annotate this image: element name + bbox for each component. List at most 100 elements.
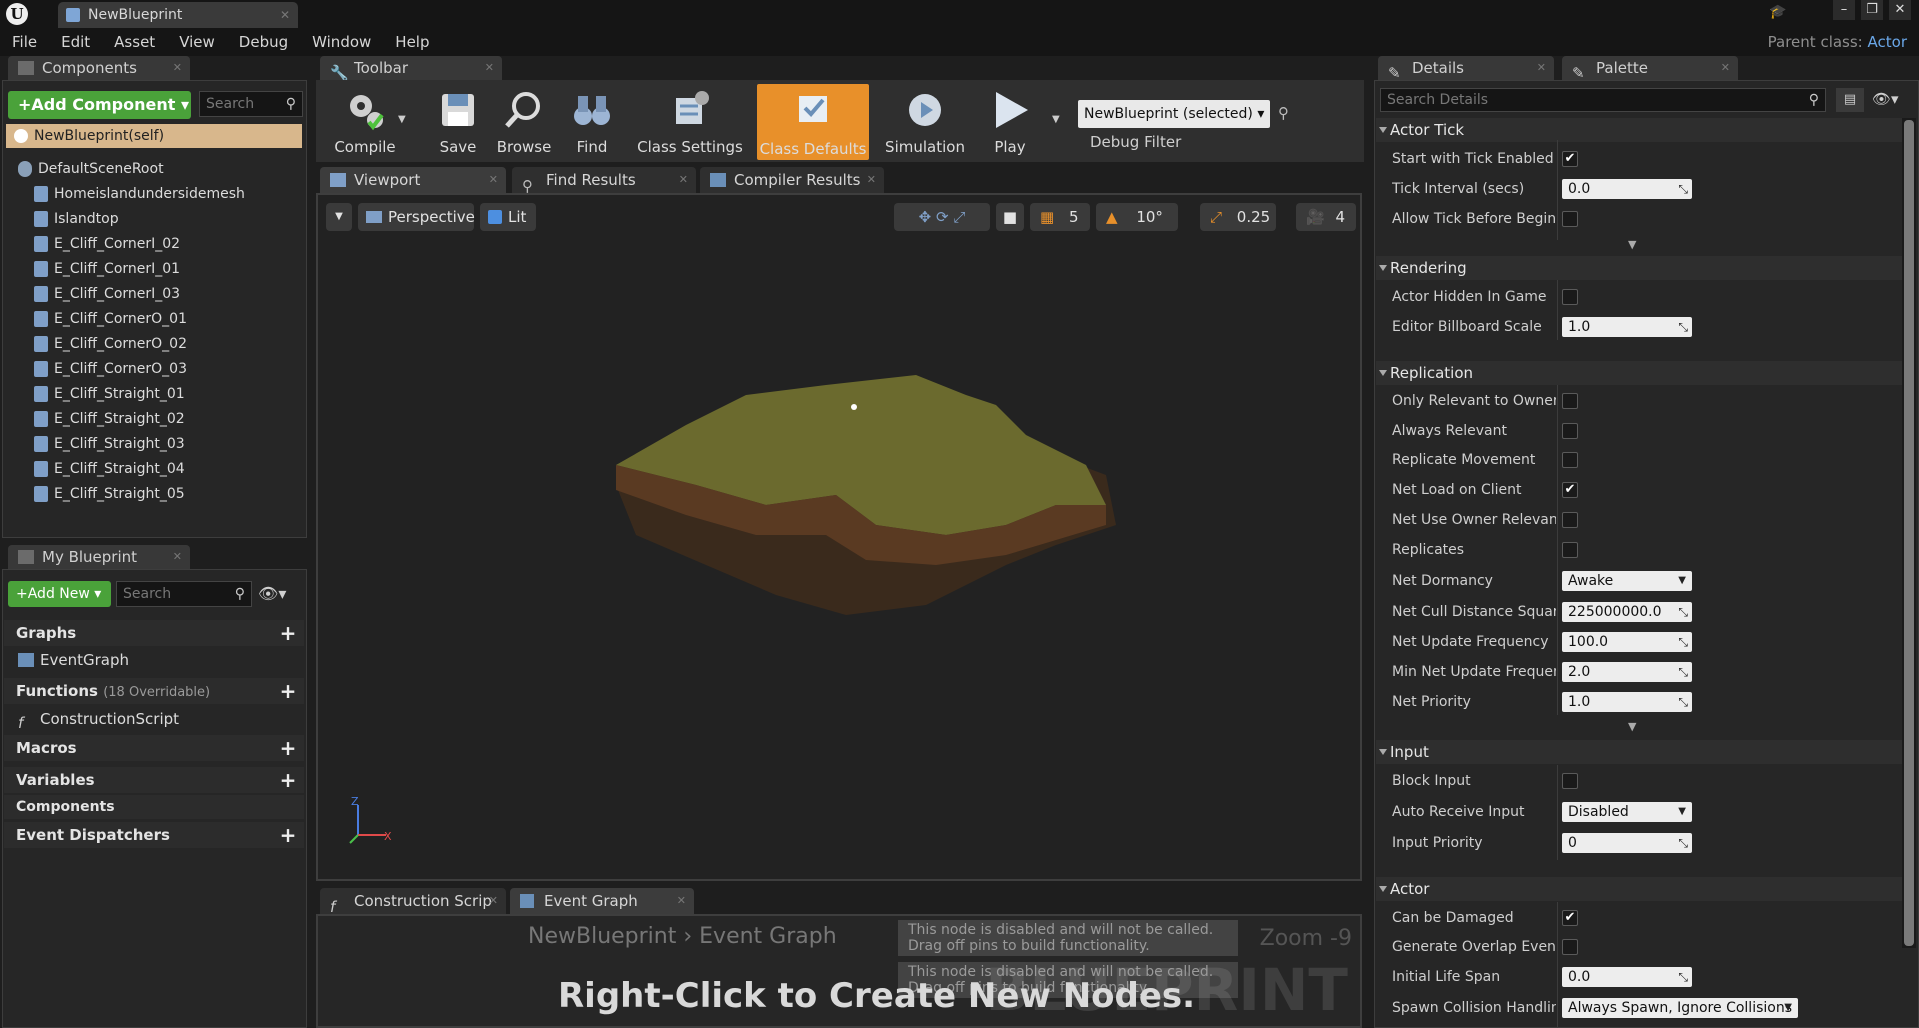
billboard-scale-field[interactable]: 1.0 (1562, 317, 1692, 337)
tick-interval-field[interactable]: 0.0 (1562, 179, 1692, 199)
tree-item[interactable]: E_Cliff_CornerI_01 (30, 258, 180, 280)
viewport-options-chevron-icon[interactable]: ▼ (326, 203, 352, 231)
section-graphs[interactable]: Graphs + (4, 620, 304, 646)
viewport[interactable]: ▼ Perspective Lit ✥ ⟳ ⤢ ■ ▦ 5 ▲ 10° ⤢ 0.… (316, 193, 1362, 881)
visibility-eye-icon[interactable]: 👁▾ (258, 584, 286, 603)
close-icon[interactable]: ✕ (867, 167, 876, 193)
column-divider[interactable] (1557, 385, 1558, 715)
close-icon[interactable]: ✕ (679, 167, 688, 193)
tab-components[interactable]: Components ✕ (8, 56, 190, 80)
net-dormancy-select[interactable]: Awake (1562, 571, 1692, 591)
column-divider[interactable] (1557, 765, 1558, 860)
category-actor-tick[interactable]: Actor Tick (1376, 118, 1902, 142)
tree-item[interactable]: Homeislandundersidemesh (30, 183, 245, 205)
min-net-update-field[interactable]: 2.0 (1562, 662, 1692, 682)
allow-tick-checkbox[interactable] (1562, 211, 1578, 227)
spawn-collision-select[interactable]: Always Spawn, Ignore Collisions (1562, 998, 1798, 1018)
tab-construction-script[interactable]: f Construction Scrip ✕ (320, 888, 506, 916)
visibility-eye-icon[interactable]: 👁▾ (1872, 90, 1899, 108)
components-search-input[interactable]: Search ⚲ (199, 91, 303, 117)
tree-item[interactable]: E_Cliff_Straight_05 (30, 483, 185, 505)
scale-snap-toggle[interactable]: ⤢ 0.25 (1200, 203, 1276, 231)
camera-speed-button[interactable]: 🎥 4 (1296, 203, 1356, 231)
add-event-dispatcher-button[interactable]: + (278, 825, 298, 845)
tab-palette[interactable]: ✎ Palette ✕ (1562, 56, 1738, 82)
menu-debug[interactable]: Debug (227, 33, 300, 51)
find-button[interactable]: Find (562, 86, 622, 158)
close-icon[interactable]: ✕ (173, 56, 182, 80)
start-tick-checkbox[interactable]: ✔ (1562, 151, 1578, 167)
menu-file[interactable]: File (0, 33, 49, 51)
expand-advanced-icon[interactable]: ▼ (1628, 720, 1636, 733)
net-cull-field[interactable]: 225000000.0 (1562, 602, 1692, 622)
section-variables[interactable]: Variables + (4, 767, 304, 793)
expand-advanced-icon[interactable]: ▼ (1628, 238, 1636, 251)
close-window-button[interactable]: ✕ (1889, 0, 1911, 20)
net-update-field[interactable]: 100.0 (1562, 632, 1692, 652)
section-functions[interactable]: Functions (18 Overridable) + (4, 678, 304, 704)
class-settings-button[interactable]: Class Settings (632, 86, 748, 158)
menu-edit[interactable]: Edit (49, 33, 102, 51)
document-tab[interactable]: NewBlueprint ✕ (58, 2, 298, 28)
class-defaults-button[interactable]: Class Defaults (757, 84, 869, 160)
column-divider[interactable] (1557, 902, 1558, 1028)
close-icon[interactable]: ✕ (1537, 56, 1546, 80)
section-event-dispatchers[interactable]: Event Dispatchers + (4, 822, 304, 848)
component-self-row[interactable]: NewBlueprint(self) (6, 124, 302, 148)
net-owner-checkbox[interactable] (1562, 512, 1578, 528)
hidden-in-game-checkbox[interactable] (1562, 289, 1578, 305)
maximize-button[interactable]: ❐ (1861, 0, 1883, 20)
close-icon[interactable]: ✕ (489, 167, 498, 193)
close-icon[interactable]: ✕ (1721, 56, 1730, 80)
only-relevant-checkbox[interactable] (1562, 393, 1578, 409)
auto-input-select[interactable]: Disabled (1562, 802, 1692, 822)
replicates-checkbox[interactable] (1562, 542, 1578, 558)
section-components[interactable]: Components (4, 795, 304, 819)
input-priority-field[interactable]: 0 (1562, 833, 1692, 853)
tree-item-root[interactable]: DefaultSceneRoot (14, 158, 164, 180)
details-search-input[interactable]: Search Details ⚲ (1380, 88, 1826, 112)
save-button[interactable]: Save (428, 86, 488, 158)
close-icon[interactable]: ✕ (677, 888, 686, 914)
category-rendering[interactable]: Rendering (1376, 256, 1902, 280)
lit-button[interactable]: Lit (480, 203, 536, 231)
unreal-logo-icon[interactable]: U (6, 3, 28, 25)
graduation-cap-icon[interactable]: 🎓 (1769, 4, 1789, 22)
close-icon[interactable]: ✕ (173, 545, 182, 569)
play-button[interactable]: Play (978, 86, 1042, 158)
always-relevant-checkbox[interactable] (1562, 423, 1578, 439)
block-input-checkbox[interactable] (1562, 773, 1578, 789)
life-span-field[interactable]: 0.0 (1562, 967, 1692, 987)
tree-item[interactable]: E_Cliff_Straight_03 (30, 433, 185, 455)
net-priority-field[interactable]: 1.0 (1562, 692, 1692, 712)
menu-help[interactable]: Help (383, 33, 441, 51)
tree-item[interactable]: E_Cliff_CornerO_02 (30, 333, 187, 355)
scrollbar-thumb[interactable] (1904, 120, 1914, 946)
tree-item[interactable]: E_Cliff_CornerI_02 (30, 233, 180, 255)
tab-details[interactable]: ✎ Details ✕ (1378, 56, 1554, 82)
tree-item[interactable]: E_Cliff_Straight_01 (30, 383, 185, 405)
add-function-button[interactable]: + (278, 681, 298, 701)
column-divider[interactable] (1557, 140, 1558, 240)
simulation-button[interactable]: Simulation (878, 86, 972, 158)
grid-snap-toggle[interactable]: ▦ 5 (1030, 203, 1090, 231)
compile-options-chevron-icon[interactable]: ▼ (398, 114, 406, 125)
add-new-button[interactable]: +Add New ▾ (8, 581, 111, 607)
menu-view[interactable]: View (167, 33, 227, 51)
debug-object-select[interactable]: NewBlueprint (selected) ▾ (1078, 100, 1270, 128)
category-actor[interactable]: Actor (1376, 877, 1902, 901)
list-item-event-graph[interactable]: EventGraph (14, 649, 129, 671)
menu-asset[interactable]: Asset (102, 33, 167, 51)
floating-island-mesh[interactable] (586, 365, 1126, 625)
close-icon[interactable]: ✕ (489, 888, 498, 914)
section-macros[interactable]: Macros + (4, 735, 304, 761)
graph-editor[interactable]: NewBlueprint › Event Graph Zoom -9 BLUEP… (316, 914, 1362, 1028)
property-matrix-icon[interactable]: ▤ (1836, 88, 1864, 112)
category-replication[interactable]: Replication (1376, 361, 1902, 385)
tree-item[interactable]: Islandtop (30, 208, 119, 230)
tree-item[interactable]: E_Cliff_Straight_04 (30, 458, 185, 480)
tab-event-graph[interactable]: Event Graph ✕ (510, 888, 694, 914)
tab-find-results[interactable]: ⚲ Find Results ✕ (512, 167, 696, 195)
play-options-chevron-icon[interactable]: ▼ (1052, 114, 1060, 125)
menu-window[interactable]: Window (300, 33, 383, 51)
